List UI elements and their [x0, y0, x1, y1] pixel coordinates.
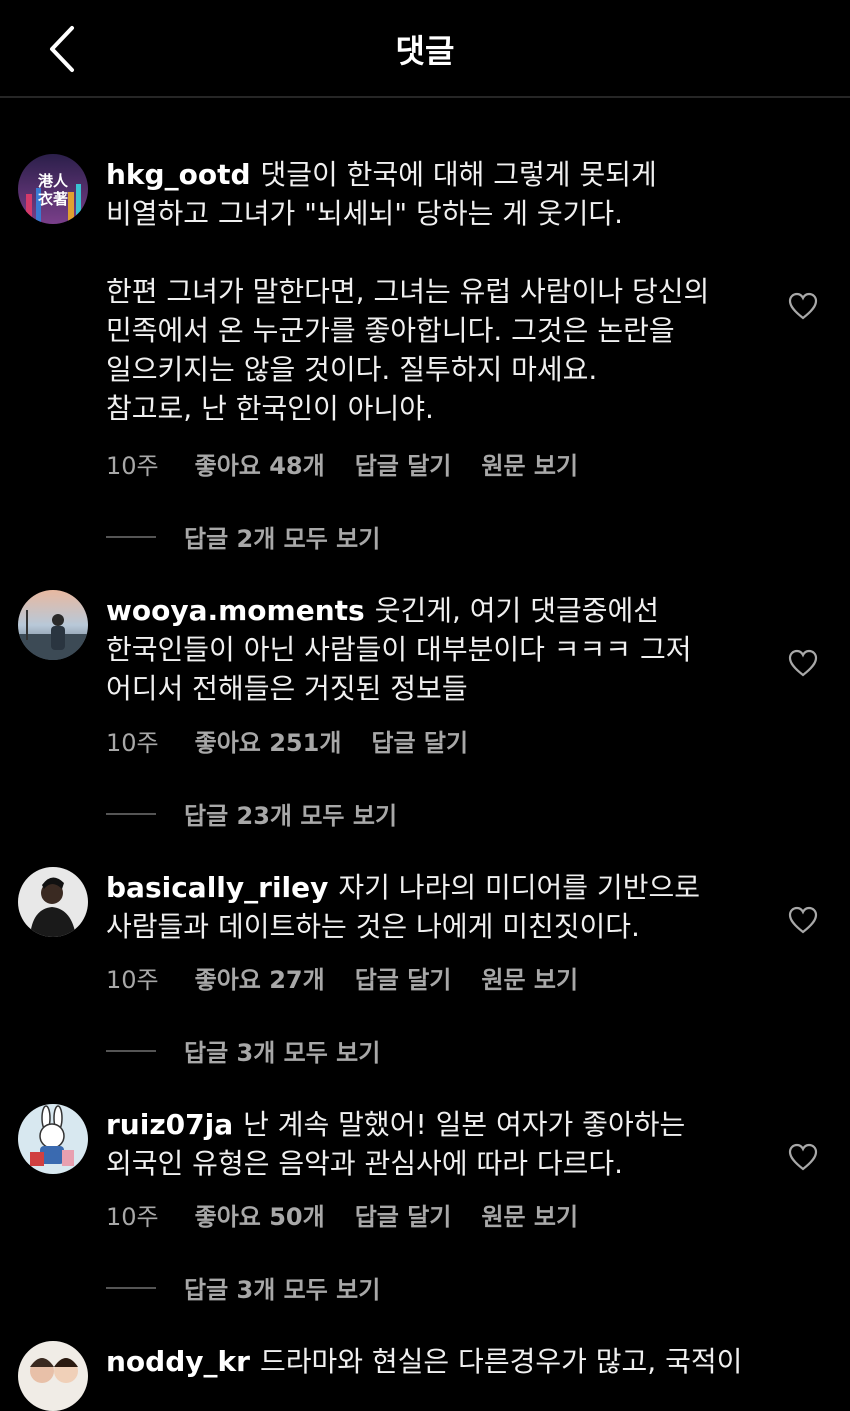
view-replies-button[interactable]: 답글 3개 모두 보기	[106, 1270, 380, 1305]
like-button[interactable]	[788, 649, 818, 677]
divider	[106, 1049, 156, 1052]
likes-count[interactable]: 좋아요 50개	[195, 1197, 325, 1232]
like-button[interactable]	[788, 906, 818, 934]
page-title: 댓글	[395, 32, 455, 70]
view-replies-button[interactable]: 답글 23개 모두 보기	[106, 796, 397, 831]
comment-text: noddy_kr 드라마와 현실은 다른경우가 많고, 국적이	[106, 1342, 756, 1381]
reply-button[interactable]: 답글 달기	[355, 1197, 452, 1232]
heart-outline-icon	[788, 906, 818, 934]
avatar[interactable]	[18, 867, 88, 937]
comment-username[interactable]: hkg_ootd	[106, 158, 251, 191]
comment-text: ruiz07ja 난 계속 말했어! 일본 여자가 좋아하는 외국인 유형은 음악…	[106, 1105, 756, 1183]
view-replies-label: 답글 2개 모두 보기	[184, 525, 381, 553]
comment-meta: 10주 좋아요 251개 답글 달기	[106, 723, 468, 758]
see-original-button[interactable]: 원문 보기	[481, 446, 578, 481]
likes-count[interactable]: 좋아요 27개	[195, 960, 325, 995]
likes-count[interactable]: 좋아요 251개	[195, 723, 342, 758]
comment-text: basically_riley 자기 나라의 미디어를 기반으로 사람들과 데이트…	[106, 868, 756, 946]
view-replies-label: 답글 3개 모두 보기	[184, 1039, 381, 1067]
svg-text:港人: 港人	[38, 172, 69, 190]
reply-button[interactable]: 답글 달기	[355, 960, 452, 995]
reply-button[interactable]: 답글 달기	[355, 446, 452, 481]
comment-username[interactable]: ruiz07ja	[106, 1108, 233, 1141]
divider	[106, 812, 156, 815]
heart-outline-icon	[788, 292, 818, 320]
comment-meta: 10주 좋아요 48개 답글 달기 원문 보기	[106, 446, 578, 481]
view-replies-label: 답글 23개 모두 보기	[184, 802, 398, 830]
header: 댓글	[0, 0, 850, 98]
comment-body: 댓글이 한국에 대해 그렇게 못되게 비열하고 그녀가 "뇌세뇌" 당하는 게 …	[106, 158, 710, 425]
avatar[interactable]	[18, 590, 88, 660]
heart-outline-icon	[788, 1143, 818, 1171]
comment-text: hkg_ootd 댓글이 한국에 대해 그렇게 못되게 비열하고 그녀가 "뇌세뇌…	[106, 155, 756, 428]
comment-meta: 10주 좋아요 27개 답글 달기 원문 보기	[106, 960, 578, 995]
comment-time: 10주	[106, 452, 159, 480]
likes-count[interactable]: 좋아요 48개	[195, 446, 325, 481]
comment-time: 10주	[106, 729, 159, 757]
comment-time: 10주	[106, 966, 159, 994]
like-button[interactable]	[788, 1143, 818, 1171]
comment-username[interactable]: basically_riley	[106, 871, 328, 904]
avatar[interactable]	[18, 1104, 88, 1174]
svg-text:衣著: 衣著	[38, 190, 68, 208]
view-replies-button[interactable]: 답글 3개 모두 보기	[106, 1033, 380, 1068]
avatar[interactable]	[18, 1341, 88, 1411]
comment-body: 드라마와 현실은 다른경우가 많고, 국적이	[259, 1345, 743, 1378]
heart-outline-icon	[788, 649, 818, 677]
comment-username[interactable]: wooya.moments	[106, 594, 365, 627]
like-button[interactable]	[788, 292, 818, 320]
see-original-button[interactable]: 원문 보기	[481, 960, 578, 995]
comment-meta: 10주 좋아요 50개 답글 달기 원문 보기	[106, 1197, 578, 1232]
divider	[106, 535, 156, 538]
reply-button[interactable]: 답글 달기	[371, 723, 468, 758]
avatar[interactable]: 港人 衣著	[18, 154, 88, 224]
divider	[106, 1286, 156, 1289]
comment-username[interactable]: noddy_kr	[106, 1345, 250, 1378]
view-replies-label: 답글 3개 모두 보기	[184, 1276, 381, 1304]
comment-time: 10주	[106, 1203, 159, 1231]
view-replies-button[interactable]: 답글 2개 모두 보기	[106, 519, 380, 554]
comment-text: wooya.moments 웃긴게, 여기 댓글중에선 한국인들이 아닌 사람들이…	[106, 591, 756, 708]
see-original-button[interactable]: 원문 보기	[481, 1197, 578, 1232]
